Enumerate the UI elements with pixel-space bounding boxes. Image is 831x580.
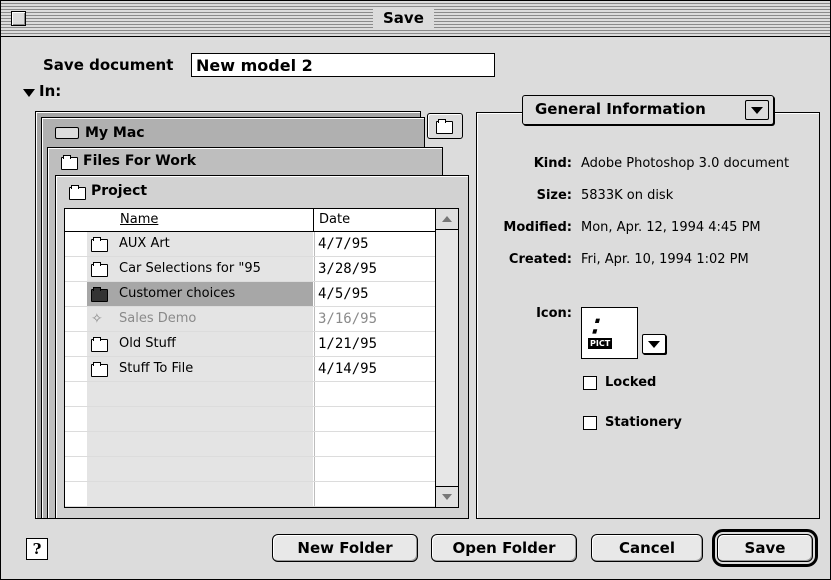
title-bar[interactable]: Save [1,1,830,37]
name-column-header[interactable]: Name [120,212,158,227]
file-list[interactable]: Name Date AUX Art 4/7/95 Car Selections … [64,208,459,508]
new-folder-button[interactable]: New Folder [272,534,418,562]
list-rows: AUX Art 4/7/95 Car Selections for "95 3/… [65,232,435,507]
row-date: 1/21/95 [318,336,378,352]
folder-icon [61,154,78,170]
list-header: Name Date [65,209,435,232]
size-value: 5833K on disk [581,188,674,203]
folder-icon [91,262,108,277]
empty-row [65,382,435,407]
row-name: AUX Art [119,236,170,251]
empty-row [65,482,435,507]
list-row[interactable]: AUX Art 4/7/95 [65,232,435,257]
folder-icon [69,184,86,200]
row-name-cell: AUX Art [87,232,313,256]
folder-icon [91,337,108,352]
pict-file-icon: ∶ PICT [581,307,638,359]
row-name: Car Selections for "95 [119,261,261,276]
empty-cell [87,407,313,431]
scroll-down-button[interactable] [436,486,458,507]
empty-cell [87,482,313,506]
info-view-popup[interactable]: General Information [522,95,774,125]
help-button[interactable]: ? [26,538,48,560]
kind-label: Kind: [533,156,572,171]
empty-row [65,457,435,482]
desktop-navigation-button[interactable] [427,113,463,139]
icon-label: Icon: [536,306,572,321]
list-row[interactable]: Old Stuff 1/21/95 [65,332,435,357]
date-column-header[interactable]: Date [319,212,350,227]
volume-name: My Mac [85,125,145,141]
row-date: 3/28/95 [318,261,378,277]
created-label: Created: [508,252,572,267]
row-name-cell: Old Stuff [87,332,313,356]
size-label: Size: [536,188,572,203]
hard-disk-icon [55,127,79,139]
row-name: Sales Demo [119,311,197,326]
save-dialog: Save Save document New model 2 In: My Ma… [0,0,831,580]
pict-tag-icon: PICT [588,338,613,349]
modified-label: Modified: [503,220,572,235]
save-document-label: Save document [43,56,174,74]
empty-cell [87,432,313,456]
folder-icon [91,362,108,377]
scroll-up-button[interactable] [436,209,458,230]
locked-label: Locked [605,375,657,390]
chevron-down-icon [745,100,769,120]
arrow-down-icon [442,494,452,500]
vertical-scrollbar[interactable] [435,209,458,507]
locked-checkbox[interactable] [583,376,597,390]
disclosure-triangle-icon[interactable] [23,89,35,97]
window-title: Save [373,8,434,28]
row-date: 4/5/95 [318,286,369,302]
row-name: Old Stuff [119,336,176,351]
row-date: 3/16/95 [318,311,378,327]
parent-folder-header[interactable]: Files For Work [61,153,197,170]
row-name-cell: ✧ Sales Demo [87,307,313,331]
list-row[interactable]: Car Selections for "95 3/28/95 [65,257,435,282]
open-folder-button[interactable]: Open Folder [431,534,577,562]
stationery-checkbox[interactable] [583,416,597,430]
created-value: Fri, Apr. 10, 1994 1:02 PM [581,252,749,267]
icon-popup-button[interactable] [642,334,666,354]
modified-value: Mon, Apr. 12, 1994 4:45 PM [581,220,761,235]
folder-icon [91,237,108,252]
current-folder-name: Project [91,183,148,199]
document-name-field[interactable]: New model 2 [191,53,495,77]
empty-cell [87,457,313,481]
empty-row [65,432,435,457]
row-name: Stuff To File [119,361,194,376]
row-name-cell: Car Selections for "95 [87,257,313,281]
empty-row [65,407,435,432]
row-name: Customer choices [119,286,236,301]
volume-header[interactable]: My Mac [55,125,145,141]
stationery-label: Stationery [605,415,682,430]
parent-folder-name: Files For Work [83,153,197,169]
save-button[interactable]: Save [712,529,818,567]
row-name-cell: Customer choices [87,282,313,306]
in-label: In: [39,82,62,100]
row-date: 4/7/95 [318,236,369,252]
info-view-label: General Information [535,100,706,118]
column-separator [313,209,314,231]
row-date: 4/14/95 [318,361,378,377]
folder-shortcut-icon [436,119,453,134]
empty-cell [87,382,313,406]
close-box[interactable] [11,11,26,26]
arrow-up-icon [442,216,452,222]
app-icon: ✧ [91,311,103,327]
folder-icon [91,287,108,302]
list-row-selected[interactable]: Customer choices 4/5/95 [65,282,435,307]
list-row[interactable]: Stuff To File 4/14/95 [65,357,435,382]
kind-value: Adobe Photoshop 3.0 document [581,156,790,171]
list-row-disabled: ✧ Sales Demo 3/16/95 [65,307,435,332]
row-name-cell: Stuff To File [87,357,313,381]
current-folder-header[interactable]: Project [69,183,148,200]
cancel-button[interactable]: Cancel [591,534,703,562]
